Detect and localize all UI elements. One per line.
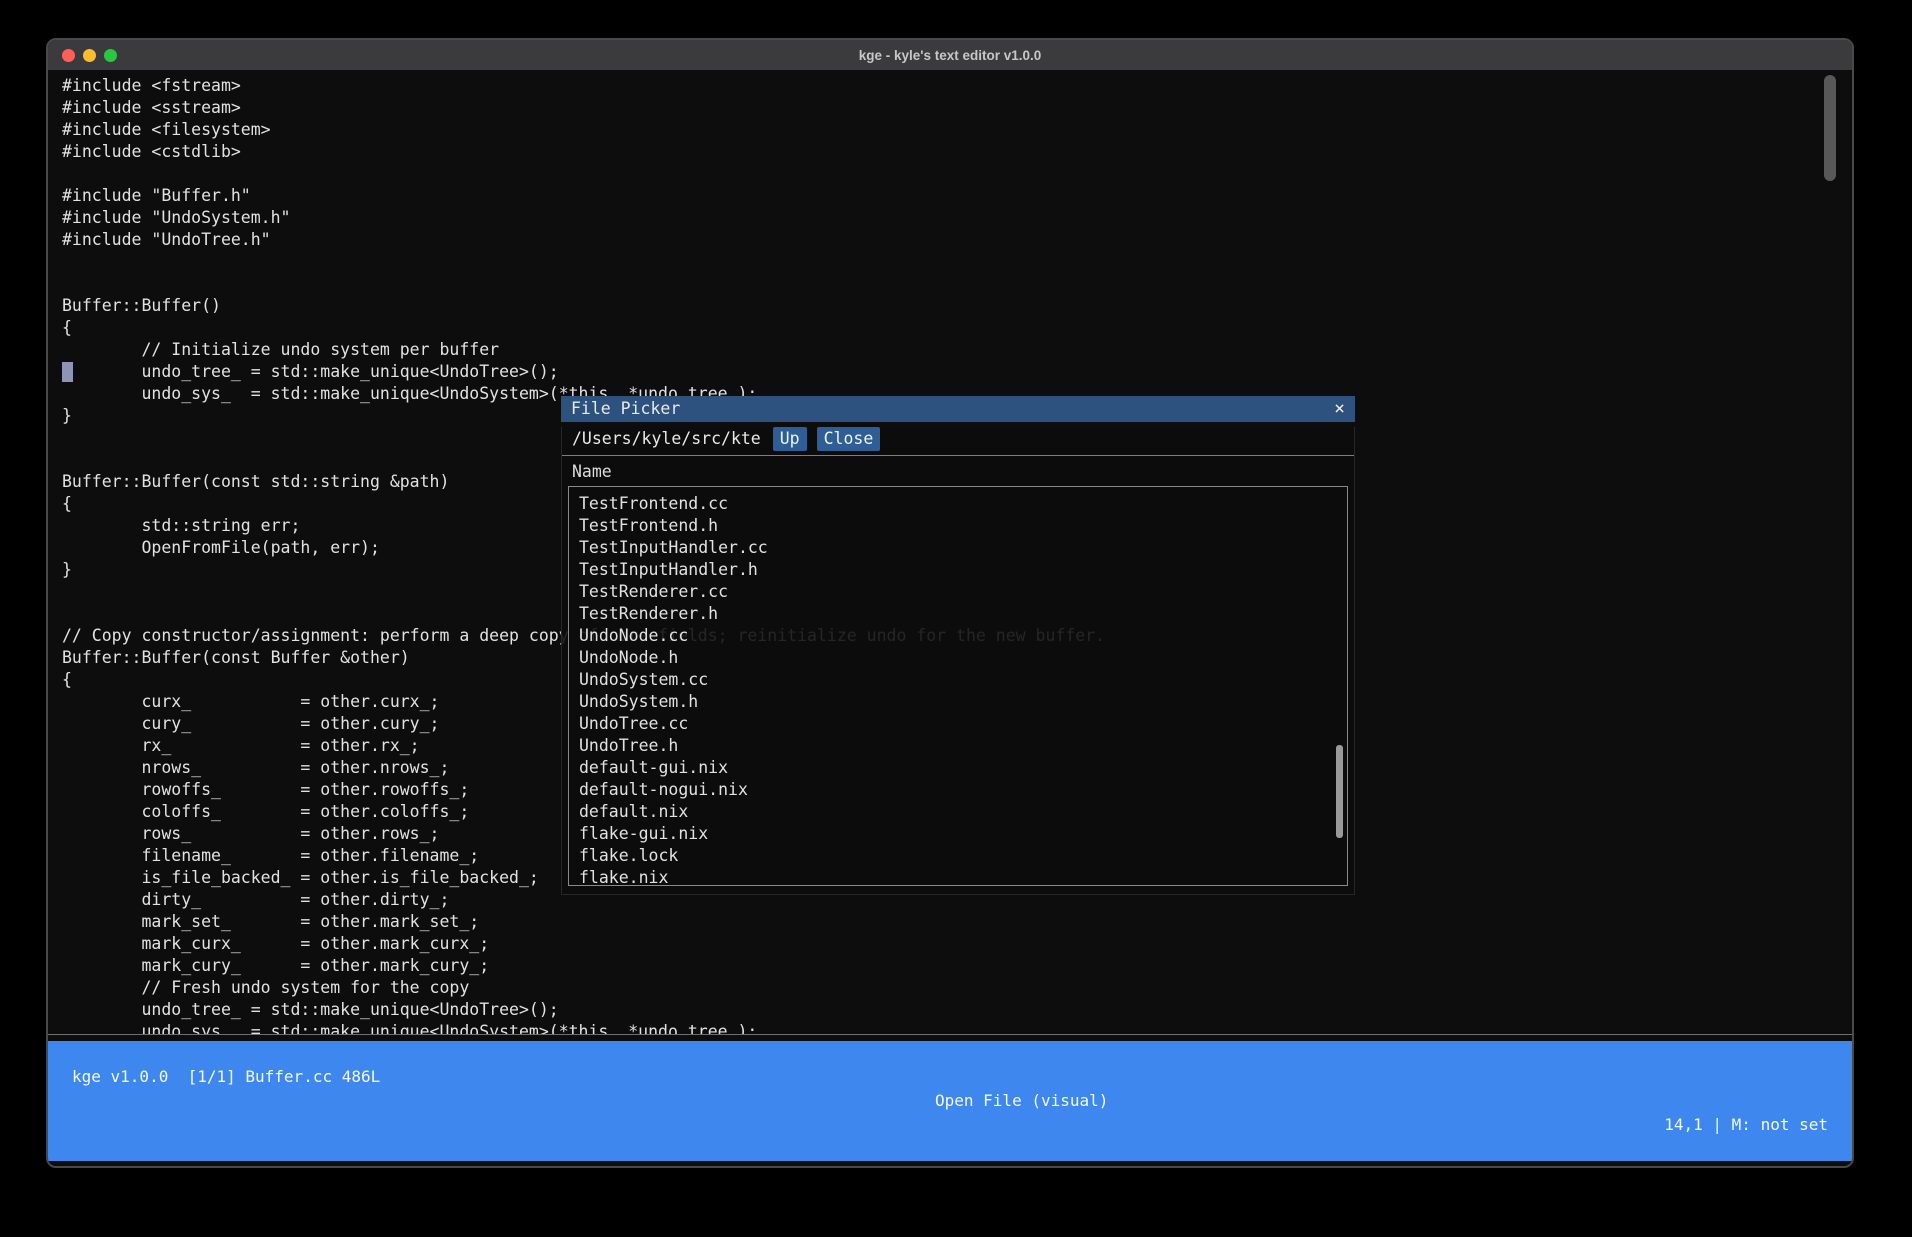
- file-list-item[interactable]: flake.nix: [579, 867, 1347, 886]
- file-list-scrollbar-thumb[interactable]: [1336, 745, 1343, 838]
- file-list-item[interactable]: flake.lock: [579, 845, 1347, 867]
- file-list-item[interactable]: UndoSystem.h: [579, 691, 1347, 713]
- code-line: #include "Buffer.h": [62, 185, 1852, 207]
- code-line: [62, 273, 1852, 295]
- file-list-item[interactable]: TestInputHandler.cc: [579, 537, 1347, 559]
- file-list-item[interactable]: TestFrontend.h: [579, 515, 1347, 537]
- file-list-item[interactable]: default-gui.nix: [579, 757, 1347, 779]
- window-titlebar[interactable]: kge - kyle's text editor v1.0.0: [48, 40, 1852, 70]
- code-line: // Fresh undo system for the copy: [62, 977, 1852, 999]
- window-title: kge - kyle's text editor v1.0.0: [48, 48, 1852, 63]
- file-list-item[interactable]: TestFrontend.cc: [579, 493, 1347, 515]
- file-list-item[interactable]: UndoSystem.cc: [579, 669, 1347, 691]
- code-line: #include <fstream>: [62, 75, 1852, 97]
- path-separator: [562, 455, 1354, 456]
- code-line: undo_sys_ = std::make_unique<UndoSystem>…: [62, 1021, 1852, 1034]
- up-button[interactable]: Up: [773, 427, 807, 451]
- status-mode: Open File (visual): [935, 1089, 1108, 1113]
- file-list-item[interactable]: UndoTree.cc: [579, 713, 1347, 735]
- code-line: mark_curx_ = other.mark_curx_;: [62, 933, 1852, 955]
- file-list-item[interactable]: UndoNode.cc: [579, 625, 1347, 647]
- file-list-item[interactable]: UndoNode.h: [579, 647, 1347, 669]
- code-editor-pane[interactable]: #include <fstream>#include <sstream>#inc…: [48, 70, 1852, 1034]
- window-bottom-gap: [48, 1161, 1852, 1166]
- code-line: #include <cstdlib>: [62, 141, 1852, 163]
- editor-scrollbar-thumb[interactable]: [1824, 75, 1836, 181]
- code-line: mark_set_ = other.mark_set_;: [62, 911, 1852, 933]
- status-bar: kge v1.0.0 [1/1] Buffer.cc 486L Open Fil…: [48, 1041, 1852, 1161]
- code-line: // Initialize undo system per buffer: [62, 339, 1852, 361]
- code-line: mark_cury_ = other.mark_cury_;: [62, 955, 1852, 977]
- current-path: /Users/kyle/src/kte: [572, 427, 761, 451]
- file-list: TestFrontend.ccTestFrontend.hTestInputHa…: [568, 486, 1348, 886]
- file-picker-body: /Users/kyle/src/kte Up Close Name TestFr…: [561, 427, 1355, 895]
- file-list-item[interactable]: default.nix: [579, 801, 1347, 823]
- file-picker-path-row: /Users/kyle/src/kte Up Close: [572, 427, 1354, 451]
- file-list-item[interactable]: default-nogui.nix: [579, 779, 1347, 801]
- file-list-item[interactable]: TestInputHandler.h: [579, 559, 1347, 581]
- code-line: #include "UndoTree.h": [62, 229, 1852, 251]
- code-line: #include "UndoSystem.h": [62, 207, 1852, 229]
- close-button[interactable]: Close: [817, 427, 881, 451]
- file-list-item[interactable]: TestRenderer.cc: [579, 581, 1347, 603]
- file-picker-dialog: File Picker × /Users/kyle/src/kte Up Clo…: [561, 396, 1355, 890]
- code-line: {: [62, 317, 1852, 339]
- file-list-items: TestFrontend.ccTestFrontend.hTestInputHa…: [579, 493, 1347, 886]
- code-line: Buffer::Buffer(): [62, 295, 1852, 317]
- code-line: #include <sstream>: [62, 97, 1852, 119]
- dialog-close-icon[interactable]: ×: [1334, 396, 1345, 422]
- name-column-header: Name: [572, 462, 1354, 482]
- file-list-item[interactable]: flake-gui.nix: [579, 823, 1347, 845]
- file-list-item[interactable]: TestRenderer.h: [579, 603, 1347, 625]
- code-line: [62, 163, 1852, 185]
- status-left: kge v1.0.0 [1/1] Buffer.cc 486L: [72, 1065, 380, 1089]
- text-cursor: [62, 362, 73, 382]
- code-line: [62, 251, 1852, 273]
- status-cursor-position: 14,1 | M: not set: [1664, 1113, 1828, 1137]
- code-line: undo_tree_ = std::make_unique<UndoTree>(…: [62, 361, 1852, 383]
- file-list-item[interactable]: UndoTree.h: [579, 735, 1347, 757]
- code-line: #include <filesystem>: [62, 119, 1852, 141]
- file-picker-title: File Picker: [571, 396, 680, 422]
- file-picker-titlebar[interactable]: File Picker ×: [561, 396, 1355, 422]
- code-line: undo_tree_ = std::make_unique<UndoTree>(…: [62, 999, 1852, 1021]
- editor-window: kge - kyle's text editor v1.0.0 #include…: [46, 38, 1854, 1168]
